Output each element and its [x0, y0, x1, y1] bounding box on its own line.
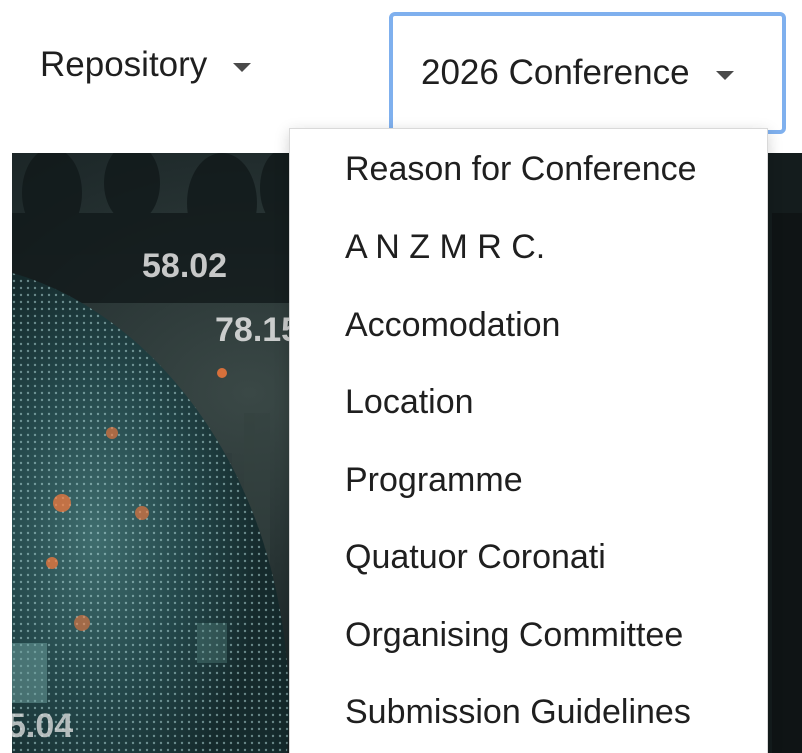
chevron-down-icon [233, 62, 252, 72]
hero-number: 58.02 [142, 247, 227, 285]
menu-item-quatuor-coronati[interactable]: Quatuor Coronati [290, 519, 767, 597]
chevron-down-icon [715, 70, 734, 80]
menu-item-programme[interactable]: Programme [290, 442, 767, 520]
nav-2026-conference[interactable]: 2026 Conference [389, 12, 786, 134]
nav-repository-label: Repository [40, 45, 208, 84]
hero-number: 5.04 [12, 707, 73, 745]
conference-dropdown-menu: Reason for Conference A N Z M R C. Accom… [289, 128, 768, 753]
menu-item-accomodation[interactable]: Accomodation [290, 287, 767, 365]
menu-item-anzmrc[interactable]: A N Z M R C. [290, 209, 767, 287]
nav-conference-label: 2026 Conference [421, 53, 690, 92]
menu-item-location[interactable]: Location [290, 364, 767, 442]
menu-item-reason-for-conference[interactable]: Reason for Conference [290, 129, 767, 209]
nav-repository[interactable]: Repository [30, 0, 261, 130]
menu-item-organising-committee[interactable]: Organising Committee [290, 597, 767, 675]
hero-number: 78.15 [215, 311, 300, 349]
